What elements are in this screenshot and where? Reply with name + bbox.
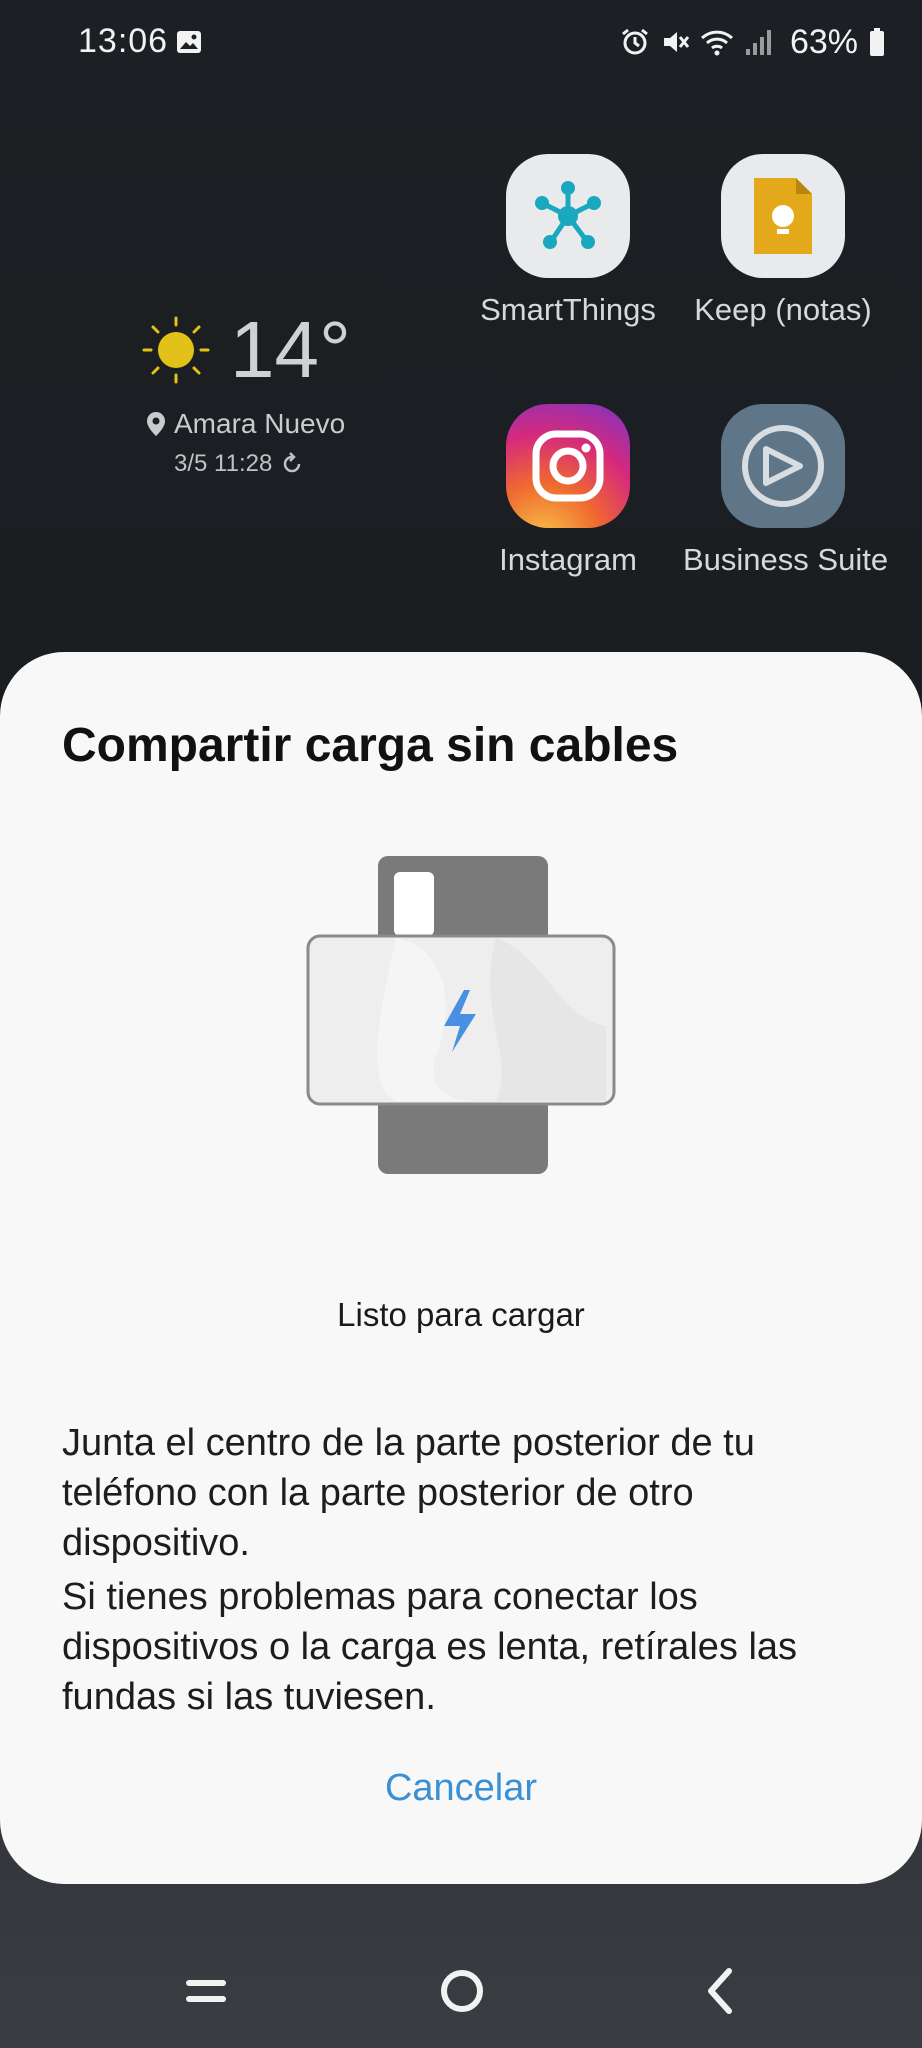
recents-icon [186, 1980, 226, 2002]
weather-temperature: 14° [230, 305, 351, 394]
refresh-icon[interactable] [280, 452, 304, 476]
status-bar: 13:06 63% [0, 0, 922, 86]
weather-updated-row: 3/5 11:28 [174, 450, 304, 478]
instruction-paragraph-1: Junta el centro de la parte posterior de… [62, 1422, 755, 1564]
app-instagram[interactable]: Instagram [468, 404, 668, 578]
weather-updated-time: 3/5 11:28 [174, 450, 273, 477]
cancel-button[interactable]: Cancelar [311, 1756, 611, 1820]
back-icon [708, 1968, 732, 2014]
dialog-instructions: Junta el centro de la parte posterior de… [62, 1418, 862, 1726]
sun-icon [142, 316, 210, 384]
location-pin-icon [147, 412, 165, 436]
weather-location-row: Amara Nuevo [146, 408, 345, 440]
gallery-icon [177, 31, 201, 53]
app-label: Keep (notas) [694, 292, 872, 327]
instruction-paragraph-2: Si tienes problemas para conectar los di… [62, 1576, 798, 1718]
signal-icon [745, 30, 771, 55]
mute-icon [663, 32, 690, 52]
home-button[interactable] [422, 1956, 502, 2026]
battery-percentage: 63% [789, 22, 858, 61]
keep-icon [721, 154, 845, 278]
wireless-powershare-dialog: Compartir carga sin cables Listo para ca… [0, 652, 922, 1884]
home-icon [441, 1970, 483, 2012]
weather-location: Amara Nuevo [174, 408, 346, 439]
battery-icon [870, 28, 884, 56]
phone-charging-illustration [306, 856, 616, 1174]
app-label: Business Suite [683, 542, 889, 577]
charging-status: Listo para cargar [337, 1296, 585, 1333]
alarm-icon [622, 28, 648, 55]
dialog-title: Compartir carga sin cables [62, 719, 679, 772]
recents-button[interactable] [166, 1956, 246, 2026]
wifi-icon [700, 30, 733, 56]
back-button[interactable] [680, 1956, 760, 2026]
app-smartthings[interactable]: SmartThings [468, 154, 668, 328]
smartthings-icon [506, 154, 630, 278]
app-label: Instagram [499, 542, 637, 577]
app-keep[interactable]: Keep (notas) [683, 154, 883, 328]
app-label: SmartThings [480, 292, 656, 327]
business-suite-icon [721, 404, 845, 528]
navigation-bar [0, 1930, 922, 2048]
status-icons: 63% [620, 22, 886, 62]
app-business-suite[interactable]: Business Suite [683, 404, 889, 578]
instagram-icon [506, 404, 630, 528]
weather-widget[interactable]: 14° Amara Nuevo 3/5 11:28 [140, 305, 380, 490]
status-time: 13:06 [78, 22, 169, 60]
